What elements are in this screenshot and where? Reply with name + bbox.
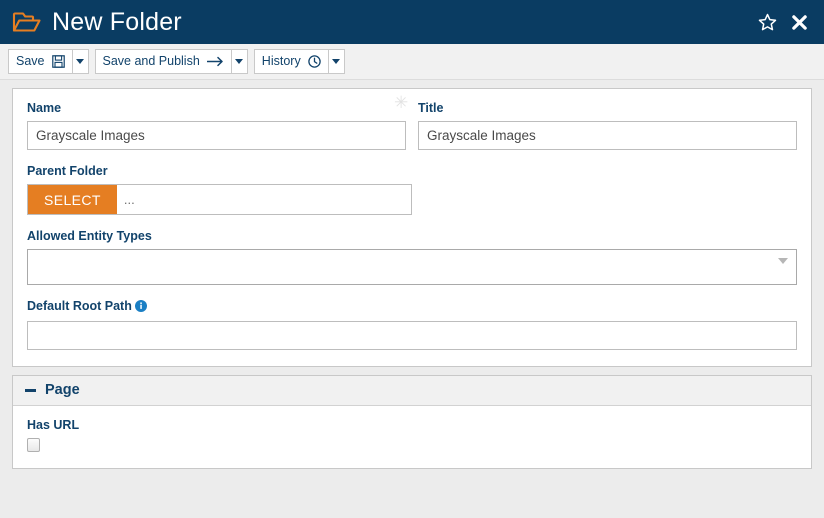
save-button-group: Save bbox=[8, 49, 89, 74]
default-root-path-label-text: Default Root Path bbox=[27, 299, 132, 313]
name-title-row: Name Title bbox=[27, 101, 797, 164]
arrow-right-icon bbox=[206, 56, 224, 67]
save-button[interactable]: Save bbox=[8, 49, 73, 74]
form-content: ✳ Name Title Parent Folder SELECT ... Al… bbox=[0, 80, 824, 469]
page-section-title: Page bbox=[45, 382, 80, 399]
save-button-label: Save bbox=[16, 54, 45, 69]
panel-gap bbox=[12, 367, 812, 375]
general-properties-panel: ✳ Name Title Parent Folder SELECT ... Al… bbox=[12, 88, 812, 367]
minus-icon bbox=[25, 389, 36, 392]
title-input[interactable] bbox=[418, 121, 797, 150]
parent-folder-value: ... bbox=[123, 192, 135, 207]
save-and-publish-button[interactable]: Save and Publish bbox=[94, 49, 232, 74]
star-icon bbox=[758, 13, 777, 32]
save-and-publish-button-label: Save and Publish bbox=[102, 54, 200, 69]
required-indicator: ✳ bbox=[394, 93, 409, 112]
page-section-panel: Page Has URL bbox=[12, 375, 812, 469]
title-field-group: Title bbox=[418, 101, 797, 162]
allowed-entity-types-field-group: Allowed Entity Types bbox=[27, 229, 797, 285]
has-url-label: Has URL bbox=[27, 418, 80, 432]
chevron-down-icon bbox=[778, 258, 788, 264]
default-root-path-label: Default Root Path bbox=[27, 299, 797, 316]
default-root-path-field-group: Default Root Path bbox=[27, 299, 797, 350]
window-title-bar: New Folder bbox=[0, 0, 824, 44]
page-section-body: Has URL bbox=[13, 406, 811, 468]
history-button-label: History bbox=[261, 54, 301, 69]
chevron-down-icon bbox=[235, 59, 244, 64]
allowed-entity-types-select[interactable] bbox=[27, 249, 797, 285]
parent-folder-label: Parent Folder bbox=[27, 164, 108, 178]
parent-folder-select-button[interactable]: SELECT bbox=[28, 185, 117, 214]
save-disk-icon bbox=[51, 55, 65, 68]
action-toolbar: Save Save and Publish History bbox=[0, 44, 824, 80]
name-field-group: Name bbox=[27, 101, 406, 150]
save-and-publish-dropdown-toggle[interactable] bbox=[231, 49, 248, 74]
info-icon[interactable] bbox=[134, 300, 147, 315]
name-input[interactable] bbox=[27, 121, 406, 150]
name-label: Name bbox=[27, 101, 62, 115]
close-button[interactable] bbox=[791, 14, 808, 31]
parent-folder-select-row: SELECT ... bbox=[27, 184, 412, 215]
favorite-button[interactable] bbox=[758, 13, 777, 32]
close-icon bbox=[791, 14, 808, 31]
title-label: Title bbox=[418, 101, 444, 115]
save-dropdown-toggle[interactable] bbox=[72, 49, 89, 74]
chevron-down-icon bbox=[332, 59, 341, 64]
default-root-path-input[interactable] bbox=[27, 321, 797, 350]
page-section-header[interactable]: Page bbox=[13, 376, 811, 406]
history-dropdown-toggle[interactable] bbox=[328, 49, 345, 74]
open-folder-icon bbox=[12, 10, 52, 34]
save-and-publish-button-group: Save and Publish bbox=[94, 49, 248, 74]
history-button[interactable]: History bbox=[253, 49, 329, 74]
parent-folder-field-group: Parent Folder SELECT ... bbox=[27, 164, 797, 215]
has-url-checkbox[interactable] bbox=[27, 438, 40, 452]
chevron-down-icon bbox=[76, 59, 84, 64]
clock-icon bbox=[307, 55, 321, 68]
titlebar-actions bbox=[758, 13, 808, 32]
page-title: New Folder bbox=[52, 7, 182, 36]
history-button-group: History bbox=[253, 49, 345, 74]
allowed-entity-types-label: Allowed Entity Types bbox=[27, 229, 152, 243]
